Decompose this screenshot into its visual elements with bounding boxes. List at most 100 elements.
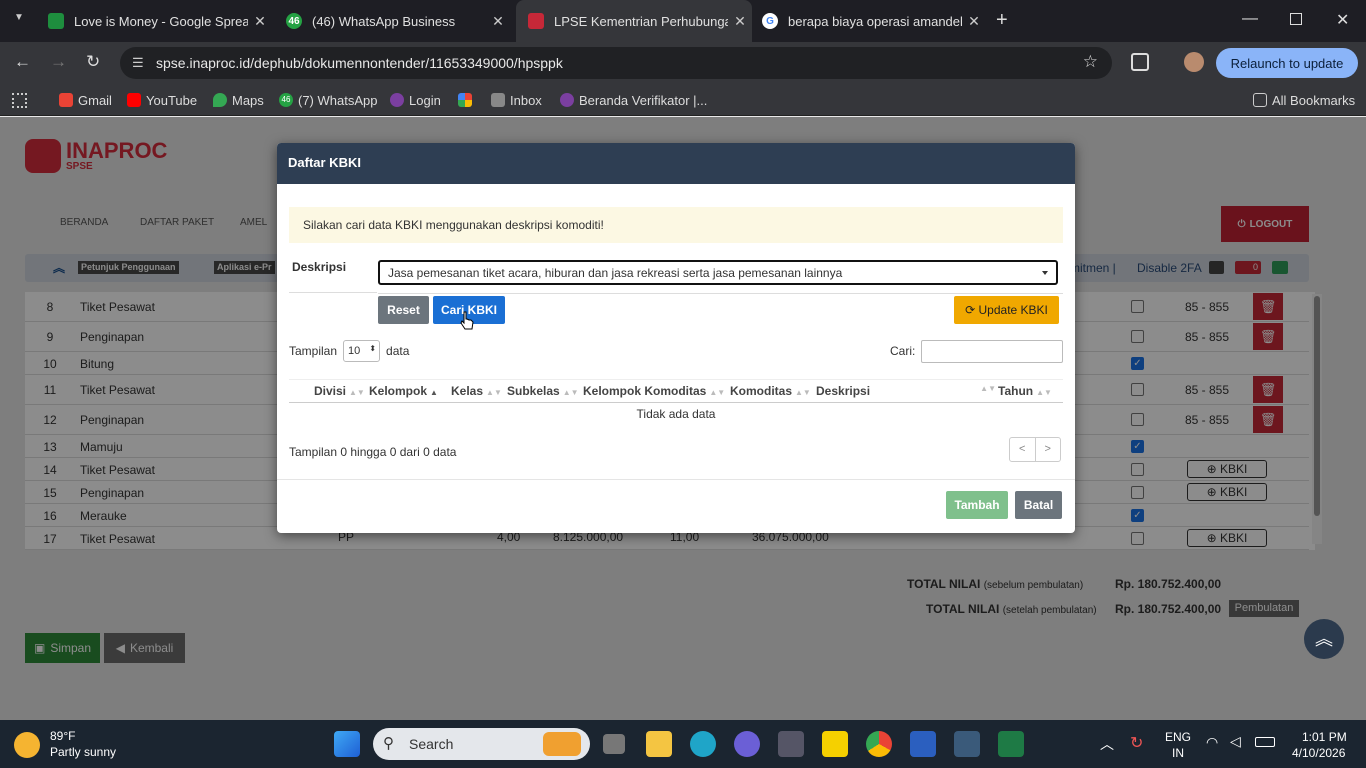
apps-grid-icon[interactable] [12, 93, 27, 108]
language-sub: IN [1172, 746, 1184, 760]
bookmark-whatsapp[interactable]: 46 (7) WhatsApp [279, 84, 377, 116]
bookmark-maps[interactable]: Maps [213, 84, 264, 116]
close-icon[interactable]: ✕ [728, 13, 752, 30]
tab-spreadsheet[interactable]: Love is Money - Google Spread ✕ [36, 0, 272, 42]
whatsapp-icon: 46 [279, 93, 293, 107]
youtube-icon [127, 93, 141, 107]
deskripsi-select[interactable]: Jasa pemesanan tiket acara, hiburan dan … [378, 260, 1058, 285]
chevron-up-icon[interactable]: ︿ [1100, 734, 1114, 754]
back-arrow-icon[interactable]: ← [14, 52, 31, 72]
taskbar-search[interactable]: ⚲ Search [373, 728, 590, 760]
bookmark-inbox[interactable]: Inbox [491, 84, 542, 116]
volume-icon[interactable]: ◁ [1230, 733, 1241, 750]
col-komoditas[interactable]: Komoditas ▲▼ [730, 384, 811, 398]
tab-google-search[interactable]: G berapa biaya operasi amandel ✕ [750, 0, 986, 42]
bookmark-login[interactable]: Login [390, 84, 441, 116]
restore-icon[interactable] [1290, 13, 1302, 25]
bookmark-star-icon[interactable]: ☆ [1083, 52, 1098, 72]
close-icon[interactable]: ✕ [962, 13, 986, 30]
globe-icon [560, 93, 574, 107]
clock-time[interactable]: 1:01 PM [1302, 730, 1347, 744]
profile-avatar[interactable] [1184, 52, 1204, 72]
tambah-button[interactable]: Tambah [946, 491, 1008, 519]
copilot-icon[interactable] [734, 731, 760, 757]
search-icon: ⚲ [383, 735, 394, 752]
weather-sun-icon [14, 732, 40, 758]
url-text: spse.inaproc.id/dephub/dokumennontender/… [156, 55, 563, 71]
bookmark-gmail[interactable]: Gmail [59, 84, 112, 116]
tab-search-dropdown[interactable]: ▼ [8, 12, 30, 30]
excel-icon[interactable] [998, 731, 1024, 757]
modal-title: Daftar KBKI [277, 143, 1075, 184]
col-tahun[interactable]: Tahun ▲▼ [998, 384, 1052, 398]
batal-button[interactable]: Batal [1015, 491, 1062, 519]
chrome-icon[interactable] [866, 731, 892, 757]
close-icon[interactable]: ✕ [248, 13, 272, 30]
scroll-top-icon[interactable]: ︽ [1304, 619, 1344, 659]
update-kbki-button[interactable]: ⟳ Update KBKI [954, 296, 1059, 324]
word-icon[interactable] [910, 731, 936, 757]
task-view-icon[interactable] [603, 734, 625, 754]
camera-app-icon[interactable] [778, 731, 804, 757]
pagination: < > [1009, 437, 1061, 462]
search-highlight-icon [543, 732, 581, 756]
language-indicator[interactable]: ENG [1165, 730, 1191, 744]
address-bar[interactable]: ☰ spse.inaproc.id/dephub/dokumennontende… [120, 47, 1112, 79]
search-input[interactable] [921, 340, 1063, 363]
bookmark-verifikator[interactable]: Beranda Verifikator |... [560, 84, 707, 116]
bookmark-youtube[interactable]: YouTube [127, 84, 197, 116]
battery-icon[interactable] [1255, 737, 1275, 747]
bookmark-photos[interactable] [458, 84, 477, 116]
col-kelompok[interactable]: Kelompok ▲ [369, 384, 438, 398]
gmail-icon [59, 93, 73, 107]
whatsapp-icon: 46 [286, 13, 302, 29]
wifi-icon[interactable]: ◠ [1206, 734, 1218, 751]
col-kelas[interactable]: Kelas ▲▼ [451, 384, 502, 398]
col-kelompok-komoditas[interactable]: Kelompok Komoditas ▲▼ [583, 384, 725, 398]
close-icon[interactable]: ✕ [486, 13, 510, 30]
kbki-table-header: Divisi ▲▼ Kelompok ▲ Kelas ▲▼ Subkelas ▲▼ Ke… [289, 379, 1063, 403]
windows-taskbar: 89°F Partly sunny ︿ ↻ ENG IN ◠ ◁ 1:01 PM… [0, 720, 1366, 768]
tab-whatsapp[interactable]: 46 (46) WhatsApp Business ✕ [274, 0, 510, 42]
page-length-select[interactable]: 10 ⬍ [343, 340, 381, 362]
site-info-icon[interactable]: ☰ [132, 55, 144, 71]
clock-date[interactable]: 4/10/2026 [1292, 746, 1345, 760]
login-icon [390, 93, 404, 107]
extensions-icon[interactable] [1131, 53, 1149, 71]
window-close-icon[interactable]: ✕ [1336, 10, 1349, 30]
file-explorer-icon[interactable] [646, 731, 672, 757]
new-tab-plus-icon[interactable]: + [996, 9, 1008, 32]
info-alert: Silakan cari data KBKI menggunakan deskr… [289, 207, 1063, 243]
refresh-icon: ⟳ [965, 303, 979, 317]
col-subkelas[interactable]: Subkelas ▲▼ [507, 384, 579, 398]
empty-message: Tidak ada data [636, 407, 716, 421]
calculator-icon[interactable] [954, 731, 980, 757]
google-icon: G [762, 13, 778, 29]
sticky-notes-icon[interactable] [822, 731, 848, 757]
relaunch-button[interactable]: Relaunch to update [1216, 48, 1358, 78]
lpse-icon [528, 13, 544, 29]
col-deskripsi[interactable]: Deskripsi ▲▼ [816, 384, 996, 398]
search-label: Cari: [890, 344, 916, 358]
weather-widget[interactable]: 89°F Partly sunny [14, 728, 154, 762]
edge-icon[interactable] [690, 731, 716, 757]
sync-icon[interactable]: ↻ [1130, 733, 1143, 753]
pinwheel-icon [458, 93, 472, 107]
windows-start-icon[interactable] [334, 731, 360, 757]
bookmarks-bar: Gmail YouTube Maps 46 (7) WhatsApp Login … [0, 84, 1366, 116]
prev-page-button[interactable]: < [1010, 438, 1036, 461]
sort-icon: ▲▼ [486, 388, 502, 397]
sheets-icon [48, 13, 64, 29]
deskripsi-value: Jasa pemesanan tiket acara, hiburan dan … [388, 266, 843, 280]
sort-icon: ▲▼ [349, 388, 365, 397]
divider [378, 293, 1063, 294]
forward-arrow-icon[interactable]: → [50, 52, 67, 72]
col-divisi[interactable]: Divisi ▲▼ [314, 384, 365, 398]
minimize-icon[interactable]: — [1242, 10, 1258, 28]
all-bookmarks[interactable]: All Bookmarks [1253, 84, 1355, 116]
reset-button[interactable]: Reset [378, 296, 429, 324]
tab-lpse[interactable]: LPSE Kementrian Perhubungan ✕ [516, 0, 752, 42]
mail-icon [491, 93, 505, 107]
next-page-button[interactable]: > [1036, 438, 1061, 461]
reload-icon[interactable]: ↻ [86, 52, 100, 72]
